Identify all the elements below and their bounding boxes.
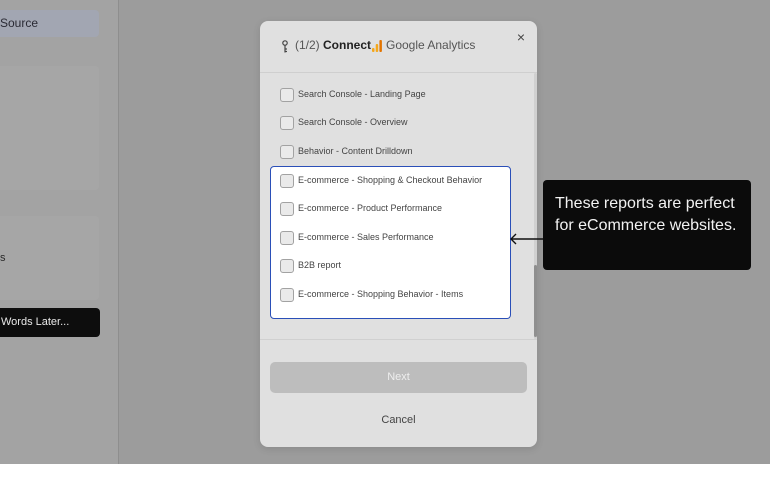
checkbox[interactable]: [280, 288, 294, 302]
modal-header: (1/2) Connect Google Analytics ×: [260, 21, 537, 73]
next-button[interactable]: Next: [270, 362, 527, 393]
checkbox[interactable]: [280, 259, 294, 273]
ecommerce-tooltip: These reports are perfect for eCommerce …: [543, 180, 751, 270]
connect-modal: (1/2) Connect Google Analytics × Search …: [260, 21, 537, 447]
checkbox[interactable]: [280, 202, 294, 216]
report-item-label: B2B report: [298, 260, 342, 270]
report-item-label: Search Console - Overview: [298, 117, 408, 127]
list-scrollbar-thumb[interactable]: [534, 265, 537, 337]
report-item-label: Behavior - Content Drilldown: [298, 146, 413, 156]
report-item-b2b-report[interactable]: B2B report: [280, 258, 512, 274]
report-item-ecommerce-shopping-behavior-items[interactable]: E-commerce - Shopping Behavior - Items: [280, 287, 512, 303]
left-panel: Source s Words Later...: [0, 0, 119, 464]
report-item-label: Search Console - Landing Page: [298, 89, 426, 99]
report-item-label: E-commerce - Shopping Behavior - Items: [298, 289, 464, 299]
report-item-ecommerce-product-performance[interactable]: E-commerce - Product Performance: [280, 201, 512, 217]
checkbox[interactable]: [280, 145, 294, 159]
arrow-left-icon: [510, 233, 543, 245]
google-analytics-icon: [372, 40, 382, 52]
words-later-button[interactable]: Words Later...: [0, 308, 100, 337]
report-item-behavior-content-drilldown[interactable]: Behavior - Content Drilldown: [280, 144, 512, 160]
checkbox[interactable]: [280, 116, 294, 130]
report-item-search-console-landing-page[interactable]: Search Console - Landing Page: [280, 87, 512, 103]
checkbox[interactable]: [280, 88, 294, 102]
close-icon[interactable]: ×: [514, 30, 528, 44]
modal-title-connect: Connect: [323, 38, 371, 52]
report-item-ecommerce-sales-performance[interactable]: E-commerce - Sales Performance: [280, 230, 512, 246]
report-item-label: E-commerce - Sales Performance: [298, 232, 434, 242]
checkbox[interactable]: [280, 231, 294, 245]
source-button[interactable]: Source: [0, 10, 99, 37]
report-item-label: E-commerce - Shopping & Checkout Behavio…: [298, 175, 483, 185]
left-card-top: [0, 66, 99, 190]
report-item-search-console-overview[interactable]: Search Console - Overview: [280, 115, 512, 131]
report-item-label: E-commerce - Product Performance: [298, 203, 443, 213]
modal-integration-name: Google Analytics: [386, 38, 476, 52]
report-item-ecommerce-shopping-checkout[interactable]: E-commerce - Shopping & Checkout Behavio…: [280, 173, 512, 189]
checkbox[interactable]: [280, 174, 294, 188]
key-icon: [282, 40, 288, 53]
footer-divider: [260, 339, 537, 340]
left-card-bottom: [0, 216, 99, 300]
left-partial-text: s: [0, 252, 6, 264]
modal-step: (1/2): [295, 38, 320, 52]
cancel-button[interactable]: Cancel: [270, 405, 527, 435]
